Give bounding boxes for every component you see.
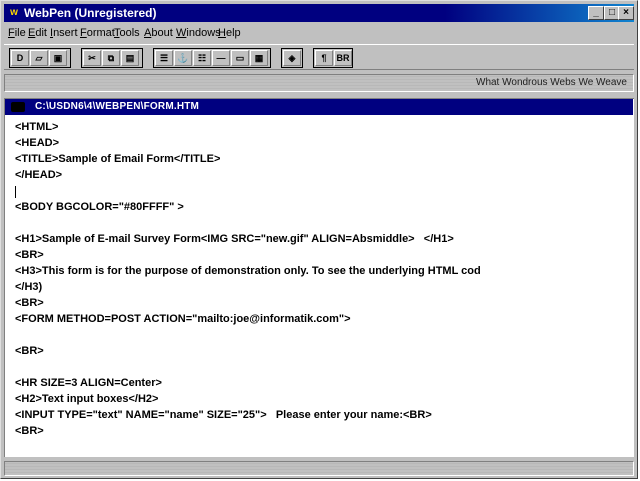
document-window[interactable]: C:\USDN6\4\WEBPEN\FORM.HTM <HTML> <HEAD> <… (4, 98, 634, 457)
edit-button-group: ✂ ⧉ ▤ (81, 48, 143, 68)
code-line: <BR> (15, 345, 44, 357)
webpen-app-icon[interactable]: w (7, 7, 21, 19)
break-icon[interactable]: BR (334, 50, 352, 66)
list-icon[interactable]: ☷ (193, 50, 211, 66)
code-line: <HEAD> (15, 137, 60, 149)
code-line: <FORM METHOD=POST ACTION="mailto:joe@inf… (15, 313, 351, 325)
menu-insert[interactable]: Insert (50, 27, 78, 39)
slogan-text: What Wondrous Webs We Weave (476, 77, 627, 88)
code-line: <BODY BGCOLOR="#80FFFF" > (15, 201, 184, 213)
minimize-icon[interactable]: _ (588, 6, 604, 20)
table-icon[interactable]: ▭ (231, 50, 249, 66)
menu-bar: File Edit Insert Format Tools About Windows Hel… (4, 24, 634, 42)
menu-edit[interactable]: Edit (28, 27, 47, 39)
slogan-bar: What Wondrous Webs We Weave (4, 74, 634, 92)
menu-format[interactable]: Format (80, 27, 115, 39)
new-file-icon[interactable]: D (11, 50, 29, 66)
file-button-group: D ▱ ▣ (9, 48, 71, 68)
toolbar: D ▱ ▣ ✂ ⧉ ▤ ☰ ⚓ ☷ — ▭ ▦ ◈ ¶ BR (4, 44, 634, 70)
code-line: <H2>Text input boxes</H2> (15, 393, 159, 405)
code-line: <INPUT TYPE="text" NAME="name" SIZE="25"… (15, 409, 432, 421)
open-file-icon[interactable]: ▱ (30, 50, 48, 66)
window-title: WebPen (Unregistered) (24, 6, 157, 20)
code-line: <HR SIZE=3 ALIGN=Center> (15, 377, 162, 389)
app-window: w WebPen (Unregistered) _ □ × File Edit In… (0, 0, 638, 479)
cut-icon[interactable]: ✂ (83, 50, 101, 66)
title-bar[interactable]: w WebPen (Unregistered) _ □ × (4, 4, 634, 22)
insert-button-group: ☰ ⚓ ☷ — ▭ ▦ (153, 48, 271, 68)
code-line: <TITLE>Sample of Email Form</TITLE> (15, 153, 221, 165)
close-icon[interactable]: × (618, 6, 634, 20)
paragraph-icon[interactable]: ¶ (315, 50, 333, 66)
copy-icon[interactable]: ⧉ (102, 50, 120, 66)
code-editor[interactable]: <HTML> <HEAD> <TITLE>Sample of Email Form<… (15, 121, 633, 453)
document-path: C:\USDN6\4\WEBPEN\FORM.HTM (35, 101, 200, 112)
menu-help[interactable]: Help (218, 27, 241, 39)
document-title-bar[interactable]: C:\USDN6\4\WEBPEN\FORM.HTM (5, 99, 633, 115)
code-line: </HEAD> (15, 169, 63, 181)
horizontal-rule-icon[interactable]: — (212, 50, 230, 66)
code-line: <BR> (15, 425, 44, 437)
menu-file[interactable]: File (8, 27, 26, 39)
code-line: <BR> (15, 249, 44, 261)
menu-windows[interactable]: Windows (176, 27, 221, 39)
form-icon[interactable]: ▦ (250, 50, 268, 66)
image-button-group: ◈ (281, 48, 303, 68)
code-line: <H3>This form is for the purpose of demo… (15, 265, 481, 277)
code-line: <H1>Sample of E-mail Survey Form<IMG SRC… (15, 233, 454, 245)
image-icon[interactable]: ◈ (283, 50, 301, 66)
align-icon[interactable]: ☰ (155, 50, 173, 66)
code-line: <BR> (15, 297, 44, 309)
code-line: </H3) (15, 281, 43, 293)
paste-icon[interactable]: ▤ (121, 50, 139, 66)
text-caret (15, 186, 16, 198)
status-bar (4, 461, 634, 476)
menu-tools[interactable]: Tools (114, 27, 140, 39)
code-line: <HTML> (15, 121, 59, 133)
document-icon (11, 102, 25, 112)
text-button-group: ¶ BR (313, 48, 353, 68)
menu-about[interactable]: About (144, 27, 173, 39)
anchor-icon[interactable]: ⚓ (174, 50, 192, 66)
save-file-icon[interactable]: ▣ (49, 50, 67, 66)
